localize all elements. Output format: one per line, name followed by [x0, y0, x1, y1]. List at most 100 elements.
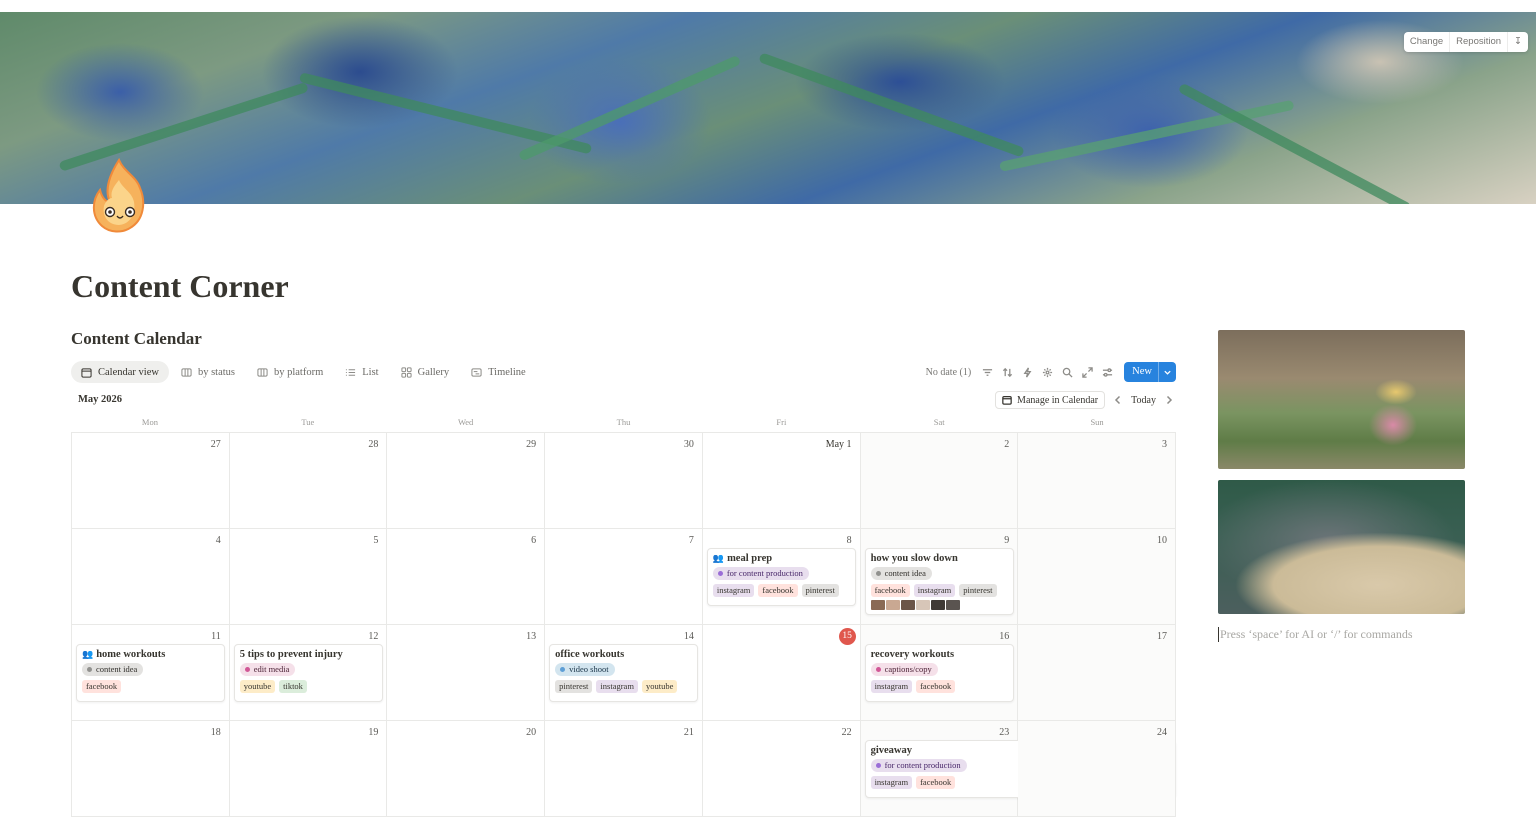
tab-timeline[interactable]: Timeline	[461, 361, 536, 383]
event-title: 5 tips to prevent injury	[239, 649, 343, 660]
calendar-icon	[1002, 396, 1012, 405]
tab-list[interactable]: List	[335, 361, 388, 383]
platform-tag: instagram	[913, 584, 956, 597]
status-row: content idea	[82, 663, 219, 676]
tab-by-status[interactable]: by status	[171, 361, 245, 383]
calendar-day[interactable]: 14 office workouts video shoot pinterest…	[545, 625, 703, 721]
status-pill: for content production	[870, 759, 967, 772]
chevron-right-icon[interactable]	[1164, 395, 1174, 405]
calendar-day[interactable]: 18	[72, 721, 230, 817]
calendar-day[interactable]: 15	[702, 625, 861, 721]
platform-tag: facebook	[82, 680, 122, 693]
filter-icon[interactable]	[982, 367, 993, 378]
weekday-label: Wed	[457, 417, 474, 427]
calendar-day[interactable]: 12 5 tips to prevent injury edit media y…	[229, 625, 388, 721]
event-card[interactable]: 👥 home workouts content idea facebook	[76, 644, 225, 702]
day-number: 30	[683, 439, 694, 450]
side-image-girl[interactable]	[1218, 330, 1465, 469]
calendar-day[interactable]: 21	[545, 721, 703, 817]
lightning-icon[interactable]	[1022, 367, 1033, 378]
expand-icon[interactable]	[1082, 366, 1093, 378]
calendar-day[interactable]: 11 👥 home workouts content idea facebook	[72, 625, 230, 721]
database-title[interactable]: Content Calendar	[71, 329, 202, 349]
calendar-day[interactable]: 28	[229, 433, 388, 529]
new-button[interactable]: New	[1124, 362, 1176, 382]
calendar-day[interactable]: 6	[387, 529, 546, 625]
day-number: 28	[368, 439, 379, 450]
ai-sparkle-icon[interactable]	[1042, 367, 1053, 378]
calendar-day[interactable]: 10	[1018, 529, 1176, 625]
manage-label: Manage in Calendar	[1017, 394, 1099, 406]
editor-placeholder[interactable]: Press ‘space’ for AI or ‘/’ for commands	[1218, 627, 1413, 642]
event-card[interactable]: office workouts video shoot pinterest in…	[549, 644, 699, 702]
calendar-day[interactable]: 17	[1018, 625, 1176, 721]
calendar-day[interactable]: 3	[1018, 433, 1176, 529]
settings-sliders-icon[interactable]	[1102, 367, 1113, 378]
download-icon[interactable]: ↧	[1508, 32, 1528, 52]
weekday-label: Tue	[301, 417, 315, 427]
calendar-day[interactable]: May 1	[702, 433, 861, 529]
today-button[interactable]: Today	[1131, 395, 1156, 406]
calendar-day[interactable]: 30	[545, 433, 703, 529]
event-title: recovery workouts	[870, 649, 955, 660]
gallery-icon	[401, 366, 412, 378]
calendar-day[interactable]: 27	[72, 433, 230, 529]
no-date-button[interactable]: No date (1)	[926, 367, 972, 378]
calendar-day[interactable]: 24	[1018, 721, 1176, 817]
calendar-day[interactable]: 23 giveaway for content production insta…	[860, 721, 1176, 817]
status-pill: content idea	[870, 567, 932, 580]
platform-tag: pinterest	[801, 584, 839, 597]
event-title-row: 👥 home workouts	[82, 649, 219, 660]
chevron-left-icon[interactable]	[1113, 395, 1123, 405]
calendar-day[interactable]: 13	[387, 625, 546, 721]
day-number: 21	[683, 727, 694, 738]
calendar-day[interactable]: 9 how you slow down content idea faceboo…	[860, 529, 1019, 625]
day-number: 27	[210, 439, 221, 450]
day-number: 2	[1004, 439, 1010, 450]
tab-gallery[interactable]: Gallery	[391, 361, 460, 383]
manage-in-calendar-button[interactable]: Manage in Calendar	[995, 391, 1106, 409]
platform-tags: youtube tiktok	[239, 680, 377, 693]
day-number: 29	[526, 439, 537, 450]
event-card[interactable]: 5 tips to prevent injury edit media yout…	[233, 644, 383, 702]
view-tabs: Calendar view by status by platform List…	[71, 361, 536, 383]
status-dot	[875, 667, 881, 672]
calendar-day[interactable]: 20	[387, 721, 546, 817]
calendar-day[interactable]: 4	[72, 529, 230, 625]
change-cover-button[interactable]: Change	[1404, 32, 1451, 52]
new-dropdown[interactable]	[1158, 362, 1176, 382]
event-card[interactable]: recovery workouts captions/copy instagra…	[864, 644, 1014, 702]
sort-icon[interactable]	[1002, 367, 1013, 378]
search-icon[interactable]	[1062, 367, 1073, 378]
calendar-day[interactable]: 7	[545, 529, 703, 625]
board-icon	[181, 367, 192, 377]
platform-tags: pinterest instagram youtube	[555, 680, 692, 693]
side-image-totoro[interactable]	[1218, 480, 1465, 614]
flame-icon[interactable]	[88, 158, 150, 234]
reposition-cover-button[interactable]: Reposition	[1450, 32, 1509, 52]
platform-tag: facebook	[916, 680, 956, 693]
calendar-day[interactable]: 19	[229, 721, 388, 817]
day-number: 14	[683, 631, 694, 642]
day-number: 7	[688, 535, 694, 546]
calendar-day[interactable]: 16 recovery workouts captions/copy insta…	[860, 625, 1019, 721]
event-card[interactable]: 👥 meal prep for content production instag…	[706, 548, 856, 606]
tab-calendar-view[interactable]: Calendar view	[71, 361, 169, 383]
calendar-day[interactable]: 8 👥 meal prep for content production inst…	[702, 529, 861, 625]
day-number: 16	[999, 631, 1010, 642]
tab-label: Timeline	[488, 366, 526, 378]
tab-by-platform[interactable]: by platform	[247, 361, 333, 383]
page-title[interactable]: Content Corner	[71, 268, 289, 305]
day-number: 13	[526, 631, 537, 642]
thumbnail	[885, 600, 900, 610]
calendar-day[interactable]: 22	[702, 721, 861, 817]
status-pill: video shoot	[555, 663, 615, 676]
tab-label: Gallery	[417, 366, 450, 378]
event-card[interactable]: how you slow down content idea facebook …	[864, 548, 1014, 615]
chevron-down-icon	[1164, 370, 1171, 375]
platform-tag: instagram	[712, 584, 755, 597]
calendar-day[interactable]: 29	[387, 433, 546, 529]
status-dot	[717, 571, 723, 576]
calendar-day[interactable]: 2	[860, 433, 1019, 529]
calendar-day[interactable]: 5	[229, 529, 388, 625]
